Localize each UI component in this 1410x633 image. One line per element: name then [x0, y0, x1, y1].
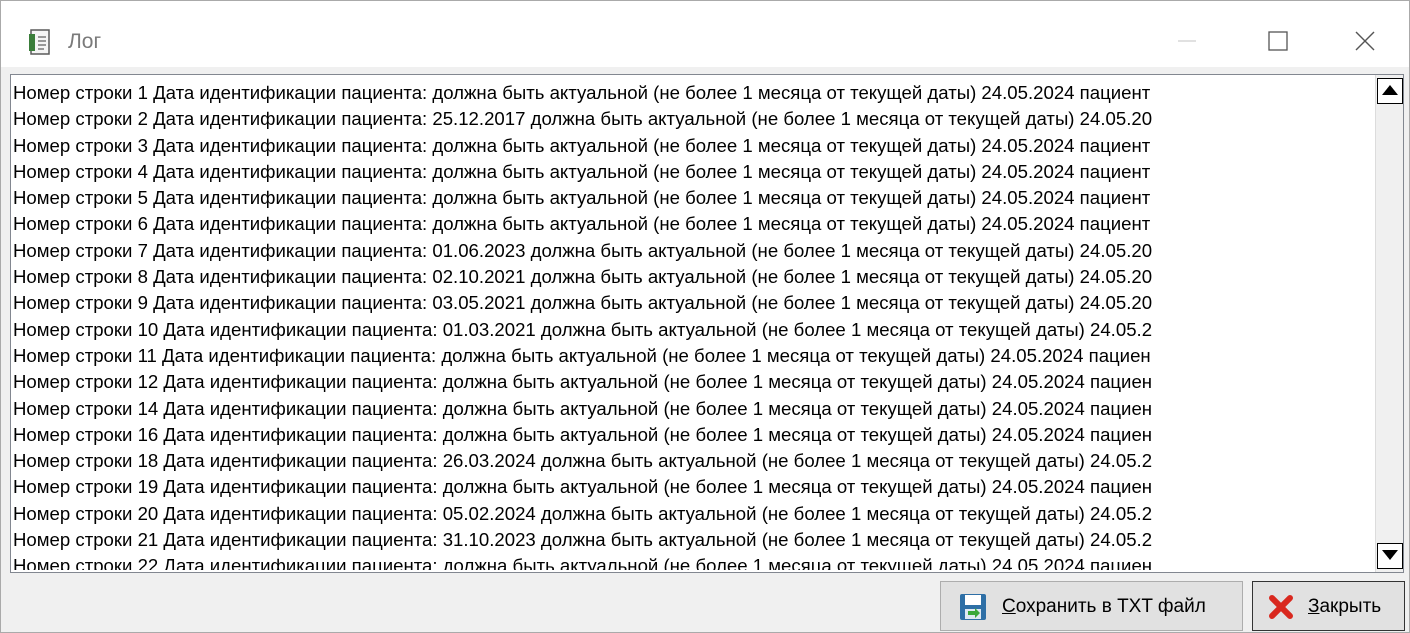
log-line: Номер строки 10 Дата идентификации пацие… [13, 318, 1153, 340]
minimize-icon [1178, 40, 1196, 42]
log-line: Номер строки 8 Дата идентификации пациен… [13, 266, 1153, 288]
save-txt-button[interactable]: Сохранить в TXT файл [940, 581, 1243, 631]
close-window-button[interactable] [1342, 21, 1388, 61]
save-label: охранить в TXT файл [1015, 596, 1206, 617]
log-line: Номер строки 12 Дата идентификации пацие… [13, 371, 1153, 393]
log-line: Номер строки 7 Дата идентификации пациен… [13, 239, 1153, 261]
log-line: Номер строки 21 Дата идентификации пацие… [13, 529, 1153, 551]
log-lines: Номер строки 1 Дата идентификации пациен… [13, 80, 1375, 570]
log-line: Номер строки 18 Дата идентификации пацие… [13, 450, 1153, 472]
title-bar[interactable]: Лог [1, 1, 1409, 67]
log-line: Номер строки 6 Дата идентификации пациен… [13, 213, 1151, 235]
arrow-up-icon [1382, 85, 1398, 95]
close-mnemonic: З [1308, 596, 1320, 617]
log-line: Номер строки 11 Дата идентификации пацие… [13, 344, 1151, 366]
save-to-file-icon [958, 592, 988, 628]
close-button[interactable]: Закрыть [1252, 581, 1405, 631]
log-line: Номер строки 2 Дата идентификации пациен… [13, 108, 1153, 130]
scroll-down-button[interactable] [1377, 543, 1403, 569]
scroll-up-button[interactable] [1377, 78, 1403, 104]
log-line: Номер строки 9 Дата идентификации пациен… [13, 292, 1153, 314]
scrollbar-track[interactable] [1378, 107, 1402, 537]
log-line: Номер строки 1 Дата идентификации пациен… [13, 82, 1151, 103]
log-line: Номер строки 14 Дата идентификации пацие… [13, 397, 1153, 419]
log-window: Лог Номер строки 1 Дата идентификации па… [0, 0, 1410, 633]
log-line: Номер строки 3 Дата идентификации пациен… [13, 134, 1151, 156]
log-line: Номер строки 5 Дата идентификации пациен… [13, 187, 1151, 209]
log-line: Номер строки 19 Дата идентификации пацие… [13, 476, 1153, 498]
window-title: Лог [68, 30, 102, 53]
vertical-scrollbar[interactable] [1375, 75, 1403, 572]
log-line: Номер строки 4 Дата идентификации пациен… [13, 160, 1151, 182]
arrow-down-icon [1382, 550, 1398, 560]
close-label: акрыть [1319, 596, 1382, 617]
maximize-button[interactable] [1255, 21, 1301, 61]
close-x-icon [1266, 592, 1296, 628]
log-document-icon [28, 28, 54, 56]
log-line: Номер строки 20 Дата идентификации пацие… [13, 502, 1153, 524]
close-icon [1355, 31, 1375, 51]
save-mnemonic: С [1002, 596, 1016, 617]
log-line: Номер строки 22 Дата идентификации пацие… [13, 555, 1153, 570]
log-textbox[interactable]: Номер строки 1 Дата идентификации пациен… [10, 74, 1404, 573]
maximize-icon [1268, 31, 1288, 51]
log-line: Номер строки 16 Дата идентификации пацие… [13, 423, 1153, 445]
minimize-button[interactable] [1164, 21, 1210, 61]
